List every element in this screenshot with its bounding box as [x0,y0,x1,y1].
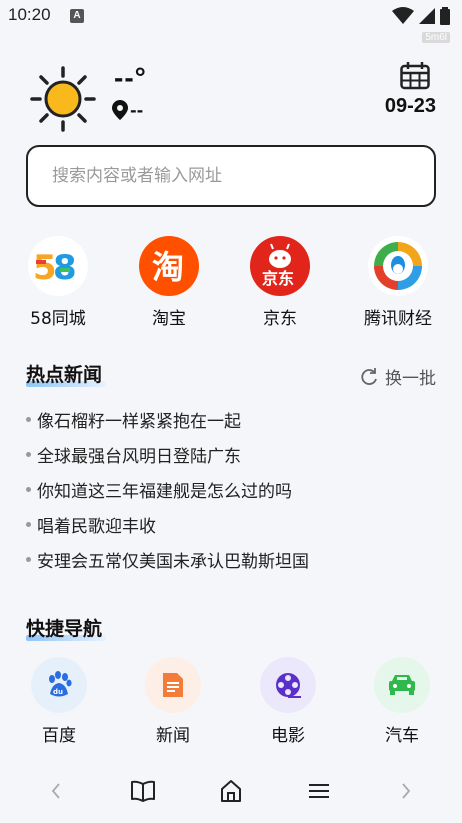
shortcut-tencent-finance[interactable]: 腾讯财经 [343,236,453,329]
news-item[interactable]: 全球最强台风明日登陆广东 [26,437,436,472]
debug-tag: 5m6l [422,32,450,43]
chevron-left-icon [51,783,60,799]
home-button[interactable] [216,778,246,804]
shortcut-grid: 5 8 58同城 淘 淘宝 京东 京东 腾讯财经 [0,236,462,336]
shortcut-58[interactable]: 5 8 58同城 [3,236,113,329]
location-text: -- [130,100,144,120]
signal-icon [419,8,435,24]
news-item[interactable]: 你知道这三年福建舰是怎么过的吗 [26,472,436,507]
battery-icon [440,7,450,25]
quick-nav-label: 百度 [42,726,76,746]
quick-nav-label: 电影 [271,726,305,746]
news-text: 全球最强台风明日登陆广东 [37,447,241,467]
svg-text:淘: 淘 [152,248,184,286]
status-bar: 10:20 A 5m6l [0,0,462,43]
status-icons [392,6,450,26]
quick-nav-baidu[interactable]: du 百度 [9,657,109,746]
quick-nav-label: 汽车 [385,726,419,746]
shortcut-jd[interactable]: 京东 京东 [225,236,335,329]
news-text: 像石榴籽一样紧紧抱在一起 [37,412,241,432]
svg-text:8: 8 [53,248,77,286]
baidu-paw-icon: du [31,657,87,713]
bottom-toolbar [0,760,462,823]
refresh-button[interactable]: 换一批 [359,364,436,389]
news-text: 唱着民歌迎丰收 [37,517,156,537]
tencent-finance-logo-icon [368,236,428,296]
shortcut-label: 58同城 [30,309,86,329]
hot-news-title: 热点新闻 [26,360,106,387]
hot-news-title-text: 热点新闻 [26,364,103,386]
car-icon [374,657,430,713]
notification-badge: A [70,9,84,23]
weather-widget[interactable]: --° -- 09-23 [30,62,440,142]
bullet-icon [26,522,31,527]
58-logo-icon: 5 8 [28,236,88,296]
hamburger-menu-icon [309,784,329,798]
shortcut-taobao[interactable]: 淘 淘宝 [114,236,224,329]
temperature: --° [114,62,147,93]
shortcut-label: 腾讯财经 [364,309,432,329]
sun-icon [30,66,96,132]
svg-text:du: du [53,688,63,696]
news-item[interactable]: 像石榴籽一样紧紧抱在一起 [26,402,436,437]
quick-nav-news[interactable]: 新闻 [123,657,223,746]
quick-nav-label: 新闻 [156,726,190,746]
news-list: 像石榴籽一样紧紧抱在一起 全球最强台风明日登陆广东 你知道这三年福建舰是怎么过的… [26,402,436,577]
svg-text:京东: 京东 [262,269,294,288]
bookmarks-button[interactable] [128,778,158,804]
search-box[interactable] [26,145,436,207]
quick-nav-grid: du 百度 新闻 电影 汽车 [0,657,462,747]
news-text: 你知道这三年福建舰是怎么过的吗 [37,482,292,502]
home-icon [221,780,241,802]
taobao-logo-icon: 淘 [139,236,199,296]
search-input[interactable] [52,147,412,205]
refresh-label: 换一批 [385,369,436,389]
bullet-icon [26,417,31,422]
back-button[interactable] [41,778,71,804]
bullet-icon [26,487,31,492]
news-text: 安理会五常仅美国未承认巴勒斯坦国 [37,552,309,572]
shortcut-label: 京东 [263,309,297,329]
date: 09-23 [384,95,436,117]
chevron-right-icon [402,783,411,799]
calendar-icon[interactable] [400,62,430,90]
wifi-icon [392,7,414,24]
status-time: 10:20 [8,5,51,24]
news-item[interactable]: 安理会五常仅美国未承认巴勒斯坦国 [26,542,436,577]
quick-nav-car[interactable]: 汽车 [352,657,452,746]
menu-button[interactable] [304,778,334,804]
news-doc-icon [145,657,201,713]
shortcut-label: 淘宝 [152,309,186,329]
location-pin-icon [112,100,128,120]
quick-nav-movie[interactable]: 电影 [238,657,338,746]
refresh-icon [361,367,377,385]
jd-logo-icon: 京东 [250,236,310,296]
quick-nav-title-text: 快捷导航 [26,618,103,640]
open-book-icon [131,780,155,802]
quick-nav-title: 快捷导航 [26,614,106,641]
bullet-icon [26,452,31,457]
bullet-icon [26,557,31,562]
forward-button[interactable] [391,778,421,804]
news-item[interactable]: 唱着民歌迎丰收 [26,507,436,542]
film-reel-icon [260,657,316,713]
location: -- [112,100,143,120]
